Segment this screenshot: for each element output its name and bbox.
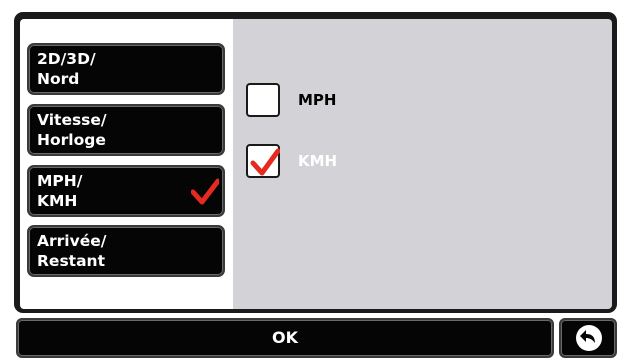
kmh-option[interactable]: KMH <box>246 144 446 184</box>
menu-item-label: Arrivée/ Restant <box>37 232 107 270</box>
checkmark-icon <box>250 148 280 176</box>
back-arrow-icon <box>576 325 602 351</box>
menu-item-vitesse-horloge[interactable]: Vitesse/ Horloge <box>27 104 225 156</box>
checkmark-icon <box>190 177 221 205</box>
mph-checkbox[interactable] <box>246 83 280 117</box>
kmh-checkbox[interactable] <box>246 144 280 178</box>
menu-item-label: MPH/ KMH <box>37 172 83 210</box>
back-button[interactable] <box>559 318 617 358</box>
menu-item-mph-kmh[interactable]: MPH/ KMH <box>27 165 225 217</box>
ok-button-label: OK <box>272 328 298 347</box>
menu-item-label: Vitesse/ Horloge <box>37 111 107 149</box>
kmh-label: KMH <box>298 152 338 170</box>
mph-label: MPH <box>298 91 337 109</box>
mph-option[interactable]: MPH <box>246 83 446 123</box>
menu-item-2d3d-nord[interactable]: 2D/3D/ Nord <box>27 43 225 95</box>
menu-item-arrivee-restant[interactable]: Arrivée/ Restant <box>27 225 225 277</box>
ok-button[interactable]: OK <box>16 318 554 358</box>
menu-item-label: 2D/3D/ Nord <box>37 50 96 88</box>
